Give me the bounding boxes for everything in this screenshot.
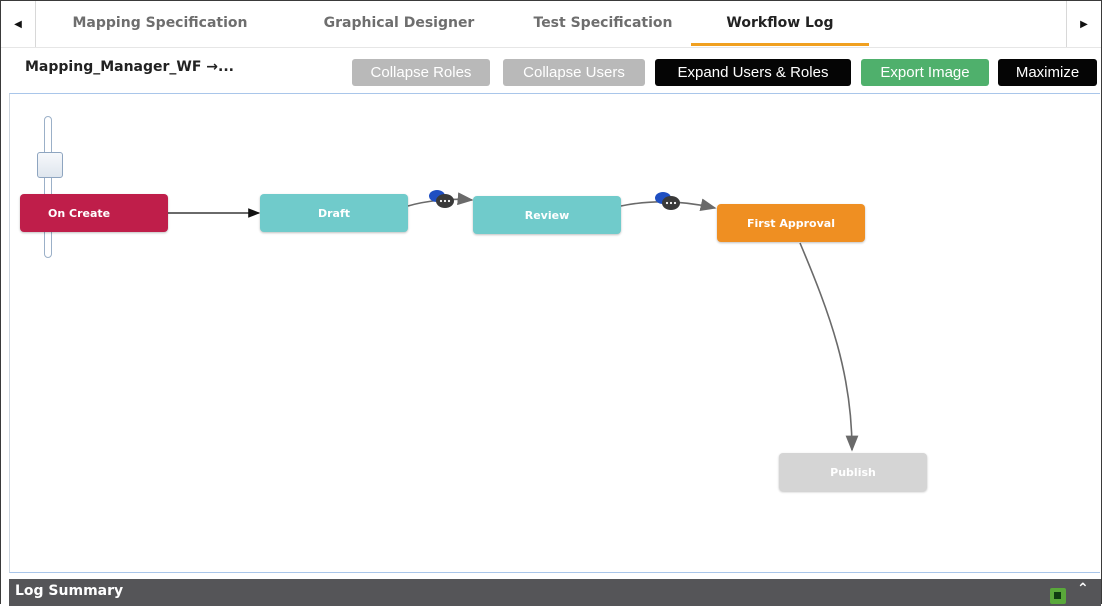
node-first-approval[interactable]: First Approval — [717, 204, 865, 242]
export-image-button[interactable]: Export Image — [861, 59, 989, 86]
tab-test-specification[interactable]: Test Specification — [515, 1, 691, 45]
tab-mapping-specification[interactable]: Mapping Specification — [49, 1, 271, 45]
maximize-button[interactable]: Maximize — [998, 59, 1097, 86]
tab-graphical-designer[interactable]: Graphical Designer — [301, 1, 497, 45]
caret-left-icon[interactable]: ◀ — [1, 1, 36, 47]
workflow-edges — [168, 190, 859, 452]
log-summary-label: Log Summary — [15, 583, 124, 599]
log-summary-bar[interactable]: Log Summary ⌃ — [9, 579, 1101, 606]
node-review[interactable]: Review — [473, 196, 621, 234]
excel-export-icon[interactable] — [1050, 588, 1066, 604]
speech-bubbles-icon[interactable] — [655, 192, 680, 210]
tab-bar: ◀ Mapping Specification Graphical Design… — [1, 1, 1101, 48]
speech-bubbles-icon[interactable] — [429, 190, 454, 208]
chevron-up-icon[interactable]: ⌃ — [1077, 581, 1089, 597]
collapse-users-button[interactable]: Collapse Users — [503, 59, 645, 86]
node-publish[interactable]: Publish — [779, 453, 927, 491]
node-on-create[interactable]: On Create — [20, 194, 168, 232]
workflow-title: Mapping_Manager_WF →... — [25, 59, 234, 75]
tab-workflow-log[interactable]: Workflow Log — [691, 1, 869, 46]
collapse-roles-button[interactable]: Collapse Roles — [352, 59, 490, 86]
caret-right-icon[interactable]: ▶ — [1066, 1, 1101, 47]
workflow-log-panel: ◀ Mapping Specification Graphical Design… — [0, 0, 1102, 606]
workflow-diagram-canvas[interactable]: On Create Draft Review First Approval Pu… — [9, 93, 1100, 573]
workflow-toolbar: Mapping_Manager_WF →... Collapse Roles C… — [1, 49, 1101, 93]
node-draft[interactable]: Draft — [260, 194, 408, 232]
expand-users-roles-button[interactable]: Expand Users & Roles — [655, 59, 851, 86]
edge-first-approval-publish — [799, 242, 859, 452]
